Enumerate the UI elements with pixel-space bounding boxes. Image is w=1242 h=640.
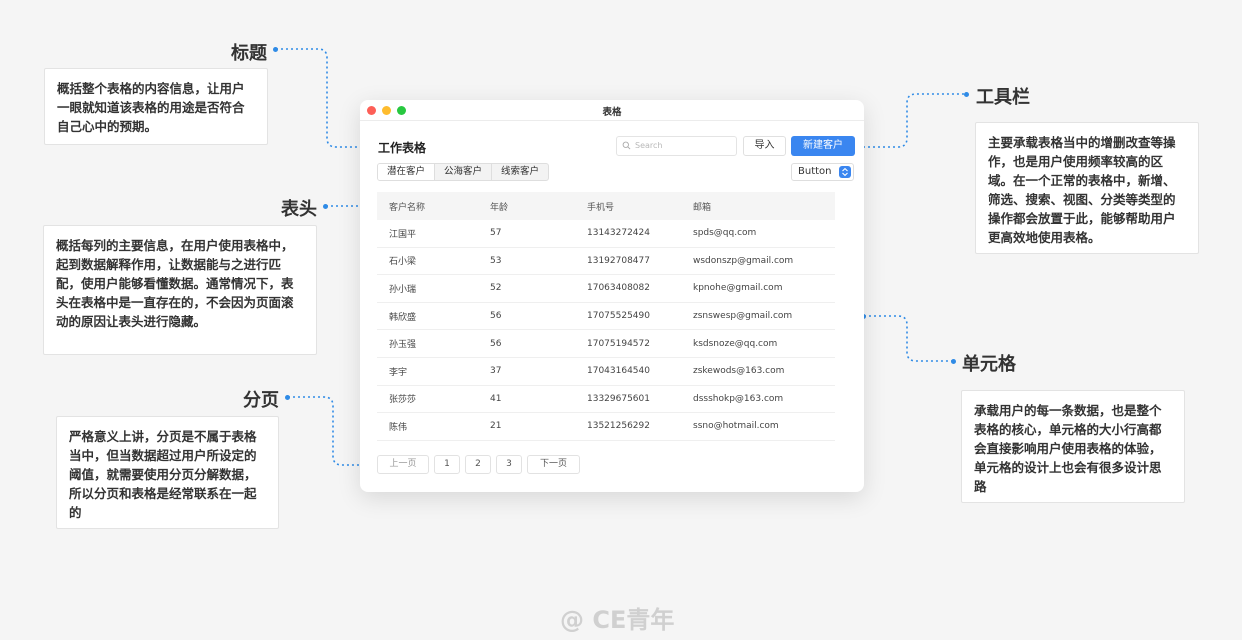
cell-email: spds@qq.com xyxy=(693,228,757,239)
cell-email: wsdonszp@gmail.com xyxy=(693,255,794,266)
table-row[interactable]: 李宇 37 17043164540 zskewods@163.com xyxy=(377,358,835,386)
cell-name: 陈伟 xyxy=(389,422,408,433)
annotation-title-note: 概括整个表格的内容信息，让用户一眼就知道该表格的用途是否符合自己心中的预期。 xyxy=(44,68,268,145)
column-header-email[interactable]: 邮箱 xyxy=(693,200,835,213)
cell-phone: 13192708477 xyxy=(587,255,650,266)
cell-name: 江国平 xyxy=(389,229,417,240)
search-input[interactable]: Search xyxy=(616,136,737,156)
cell-phone: 17063408082 xyxy=(587,283,650,294)
annotation-pagination-label: 分页 xyxy=(243,390,279,411)
cell-email: zsnswesp@gmail.com xyxy=(693,311,793,322)
page-2-button[interactable]: 2 xyxy=(465,455,491,474)
customer-table: 客户名称 年龄 手机号 邮箱 江国平 57 13143272424 spds@q… xyxy=(377,192,835,441)
cell-phone: 13143272424 xyxy=(587,228,650,239)
tab-public-pool[interactable]: 公海客户 xyxy=(435,164,493,180)
search-icon xyxy=(622,141,631,150)
pagination: 上一页 1 2 3 下一页 xyxy=(377,455,580,474)
connector-dot xyxy=(964,92,969,97)
table-row[interactable]: 江国平 57 13143272424 spds@qq.com xyxy=(377,220,835,248)
customer-tabs: 潜在客户 公海客户 线索客户 xyxy=(377,163,550,181)
cell-age: 21 xyxy=(490,421,502,432)
cell-email: kpnohe@gmail.com xyxy=(693,283,783,294)
annotation-cell-note: 承载用户的每一条数据，也是整个表格的核心，单元格的大小行高都会直接影响用户使用表… xyxy=(961,390,1185,503)
cell-age: 56 xyxy=(490,338,502,349)
column-header-age[interactable]: 年龄 xyxy=(490,200,587,213)
cell-age: 57 xyxy=(490,228,502,239)
cell-name: 石小梁 xyxy=(389,257,417,268)
cell-phone: 13521256292 xyxy=(587,421,650,432)
table-row[interactable]: 孙小瑞 52 17063408082 kpnohe@gmail.com xyxy=(377,275,835,303)
search-placeholder: Search xyxy=(635,141,663,150)
cell-email: ksdsnoze@qq.com xyxy=(693,338,778,349)
cell-phone: 17043164540 xyxy=(587,366,650,377)
cell-name: 李宇 xyxy=(389,367,408,378)
view-select-label: Button xyxy=(798,166,832,177)
table-row[interactable]: 张莎莎 41 13329675601 dssshokp@163.com xyxy=(377,386,835,414)
table-header: 客户名称 年龄 手机号 邮箱 xyxy=(377,192,835,220)
cell-phone: 17075525490 xyxy=(587,311,650,322)
annotation-pagination-note: 严格意义上讲，分页是不属于表格当中，但当数据超过用户所设定的阈值，就需要使用分页… xyxy=(56,416,279,529)
page-title: 工作表格 xyxy=(378,141,427,155)
cell-age: 53 xyxy=(490,255,502,266)
cell-name: 孙玉强 xyxy=(389,340,417,351)
connector-dot xyxy=(323,204,328,209)
cell-email: zskewods@163.com xyxy=(693,366,785,377)
connector-dot xyxy=(273,47,278,52)
cell-phone: 13329675601 xyxy=(587,393,650,404)
annotation-toolbar-note: 主要承载表格当中的增删改查等操作，也是用户使用频率较高的区域。在一个正常的表格中… xyxy=(975,122,1199,254)
cell-age: 52 xyxy=(490,283,502,294)
cell-age: 41 xyxy=(490,393,502,404)
annotation-title-label: 标题 xyxy=(231,43,267,64)
tab-potential[interactable]: 潜在客户 xyxy=(378,164,436,180)
window-titlebar: 表格 xyxy=(360,100,864,121)
cell-phone: 17075194572 xyxy=(587,338,650,349)
table-row[interactable]: 陈伟 21 13521256292 ssno@hotmail.com xyxy=(377,413,835,441)
page-1-button[interactable]: 1 xyxy=(434,455,460,474)
connector-dot xyxy=(951,359,956,364)
cell-email: dssshokp@163.com xyxy=(693,393,784,404)
cell-name: 韩欣盛 xyxy=(389,312,417,323)
cell-email: ssno@hotmail.com xyxy=(693,421,779,432)
annotation-header-label: 表头 xyxy=(281,199,317,220)
annotation-header-note: 概括每列的主要信息，在用户使用表格中，起到数据解释作用，让数据能与之进行匹配，使… xyxy=(43,225,317,355)
table-row[interactable]: 孙玉强 56 17075194572 ksdsnoze@qq.com xyxy=(377,330,835,358)
connector-dot xyxy=(285,395,290,400)
select-arrows-icon xyxy=(839,166,851,178)
table-row[interactable]: 石小梁 53 13192708477 wsdonszp@gmail.com xyxy=(377,248,835,276)
table-row[interactable]: 韩欣盛 56 17075525490 zsnswesp@gmail.com xyxy=(377,303,835,331)
cell-name: 孙小瑞 xyxy=(389,284,417,295)
new-customer-button[interactable]: 新建客户 xyxy=(791,136,855,156)
page-3-button[interactable]: 3 xyxy=(496,455,522,474)
annotation-toolbar-label: 工具栏 xyxy=(976,87,1030,108)
cell-age: 56 xyxy=(490,311,502,322)
window-title: 表格 xyxy=(602,107,622,118)
table-window: 表格 工作表格 Search 导入 新建客户 潜在客户 公海客户 线索客户 Bu… xyxy=(360,100,864,492)
prev-page-button[interactable]: 上一页 xyxy=(377,455,429,474)
column-header-name[interactable]: 客户名称 xyxy=(377,200,490,213)
watermark: @ CE青年 xyxy=(560,606,675,634)
next-page-button[interactable]: 下一页 xyxy=(527,455,580,474)
cell-age: 37 xyxy=(490,366,502,377)
cell-name: 张莎莎 xyxy=(389,395,417,406)
annotation-cell-label: 单元格 xyxy=(962,354,1016,375)
import-button[interactable]: 导入 xyxy=(743,136,786,156)
tab-leads[interactable]: 线索客户 xyxy=(492,164,548,180)
view-select[interactable]: Button xyxy=(791,163,854,181)
column-header-phone[interactable]: 手机号 xyxy=(587,200,693,213)
